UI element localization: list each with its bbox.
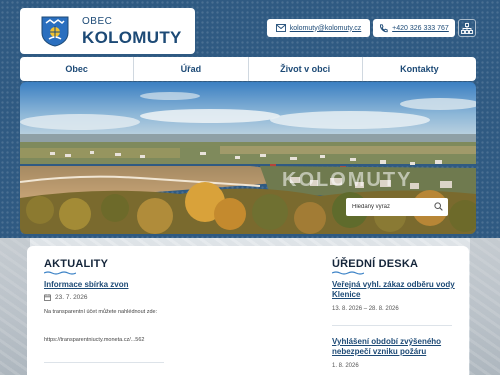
- news-item-link[interactable]: https://transparentniucty.moneta.cz/...5…: [44, 336, 159, 344]
- board-item-date: 1. 8. 2026: [332, 363, 359, 369]
- board-item-title[interactable]: Vyhlášení období zvýšeného nebezpečí vzn…: [332, 337, 457, 357]
- heading-underline-wave: [332, 271, 364, 275]
- sitemap-button[interactable]: [458, 19, 476, 37]
- sitemap-icon: [461, 22, 473, 34]
- logo-town-name: KOLOMUTY: [82, 27, 182, 47]
- board-heading: ÚŘEDNÍ DESKA: [332, 258, 419, 270]
- news-item-date-text: 23. 7. 2026: [55, 294, 88, 301]
- news-item-title[interactable]: Informace sbírka zvon: [44, 280, 128, 289]
- main-nav: Obec Úřad Život v obci Kontakty: [20, 57, 476, 81]
- divider: [332, 325, 452, 326]
- email-text: kolomuty@kolomuty.cz: [289, 24, 362, 32]
- news-heading: AKTUALITY: [44, 258, 109, 270]
- email-link[interactable]: kolomuty@kolomuty.cz: [267, 19, 370, 37]
- nav-item-obec[interactable]: Obec: [20, 57, 135, 81]
- search-icon[interactable]: [434, 202, 443, 211]
- crest-icon: [41, 16, 69, 47]
- nav-item-kontakty[interactable]: Kontakty: [363, 57, 476, 81]
- calendar-icon: [44, 294, 51, 301]
- board-item-title[interactable]: Veřejná vyhl. zákaz odběru vody Klenice: [332, 280, 457, 300]
- hero-watermark: KOLOMUTY: [282, 169, 412, 191]
- nav-item-zivot-v-obci[interactable]: Život v obci: [249, 57, 363, 81]
- news-item-date: 23. 7. 2026: [44, 294, 88, 301]
- phone-icon: [380, 23, 388, 32]
- phone-text: +420 326 333 767: [392, 24, 449, 32]
- phone-link[interactable]: +420 326 333 767: [373, 19, 455, 37]
- divider: [44, 362, 164, 363]
- site-logo[interactable]: OBEC KOLOMUTY: [20, 8, 195, 54]
- heading-underline-wave: [44, 271, 76, 275]
- mail-icon: [275, 24, 286, 32]
- content-card: AKTUALITY Informace sbírka zvon 23. 7. 2…: [27, 246, 469, 375]
- search-box[interactable]: [346, 198, 448, 216]
- board-item-date: 13. 8. 2026 – 28. 8. 2026: [332, 306, 399, 312]
- nav-item-urad[interactable]: Úřad: [134, 57, 249, 81]
- news-item-text: Na transparentní účet můžete nahlédnout …: [44, 309, 158, 315]
- logo-small-text: OBEC: [82, 15, 113, 27]
- search-input[interactable]: [352, 204, 432, 210]
